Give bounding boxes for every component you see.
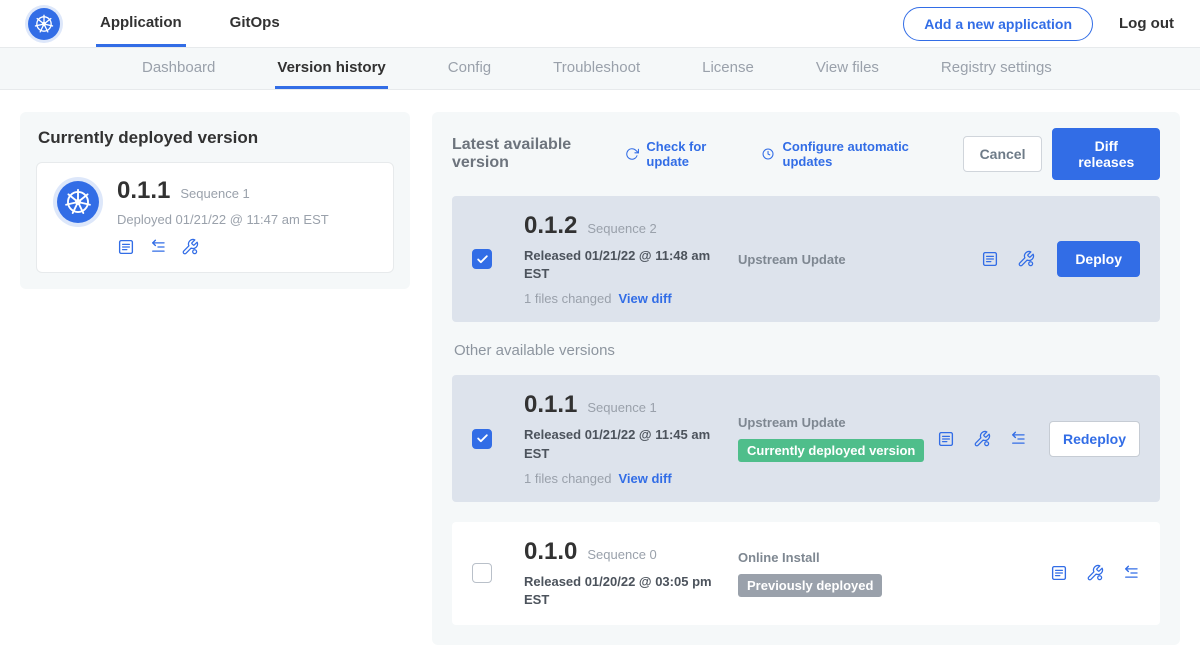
config-icon[interactable] (181, 238, 199, 256)
source-label: Upstream Update (738, 252, 981, 267)
deployed-version-details: 0.1.1 Sequence 1 Deployed 01/21/22 @ 11:… (117, 177, 329, 256)
version-row-0-1-2: 0.1.2 Sequence 2 Released 01/21/22 @ 11:… (452, 196, 1160, 322)
sequence-label: Sequence 1 (587, 400, 656, 415)
subnav-item-license[interactable]: License (700, 48, 756, 89)
config-icon[interactable] (1017, 250, 1035, 268)
version-info: 0.1.2 Sequence 2 Released 01/21/22 @ 11:… (524, 212, 732, 306)
version-source: Online Install Previously deployed (732, 550, 1050, 597)
currently-deployed-card: 0.1.1 Sequence 1 Deployed 01/21/22 @ 11:… (36, 162, 394, 273)
header-spacer (324, 0, 904, 47)
row-gap (452, 502, 1160, 522)
version-actions: Redeploy (937, 421, 1140, 457)
kubernetes-logo (28, 0, 60, 47)
view-diff-link[interactable]: View diff (618, 471, 671, 486)
diff-icon[interactable] (1122, 564, 1140, 582)
deployed-version-number: 0.1.1 (117, 177, 170, 205)
released-timestamp: Released 01/21/22 @ 11:48 am EST (524, 247, 720, 283)
redeploy-button[interactable]: Redeploy (1049, 421, 1140, 457)
nav-tab-gitops[interactable]: GitOps (226, 0, 284, 47)
released-timestamp: Released 01/21/22 @ 11:45 am EST (524, 426, 720, 462)
source-label: Upstream Update (738, 415, 937, 430)
subnav-item-troubleshoot[interactable]: Troubleshoot (551, 48, 642, 89)
configure-automatic-updates-link[interactable]: Configure automatic updates (761, 139, 940, 169)
version-info: 0.1.1 Sequence 1 Released 01/21/22 @ 11:… (524, 391, 732, 485)
version-number: 0.1.0 (524, 538, 577, 566)
nav-tab-application[interactable]: Application (96, 0, 186, 47)
version-number: 0.1.2 (524, 212, 577, 240)
files-changed-label: 1 files changed (524, 291, 611, 306)
subnav-item-view-files[interactable]: View files (814, 48, 881, 89)
app-header: Application GitOps Add a new application… (0, 0, 1200, 48)
subnav-item-version-history[interactable]: Version history (275, 48, 387, 89)
currently-deployed-title: Currently deployed version (38, 128, 394, 148)
sequence-label: Sequence 2 (587, 221, 656, 236)
configure-automatic-updates-label: Configure automatic updates (783, 139, 941, 169)
refresh-icon (625, 146, 639, 162)
version-source: Upstream Update (732, 252, 981, 267)
latest-version-header: Latest available version Check for updat… (452, 128, 1160, 180)
version-source: Upstream Update Currently deployed versi… (732, 415, 937, 462)
main-content: Currently deployed version 0.1.1 Sequenc… (0, 90, 1200, 667)
released-timestamp: Released 01/20/22 @ 03:05 pm EST (524, 573, 720, 609)
version-number: 0.1.1 (524, 391, 577, 419)
check-for-update-link[interactable]: Check for update (625, 139, 739, 169)
version-history-panel: Latest available version Check for updat… (432, 112, 1180, 645)
other-versions-label: Other available versions (454, 342, 1158, 359)
version-checkbox[interactable] (472, 249, 492, 269)
source-label: Online Install (738, 550, 1050, 565)
release-notes-icon[interactable] (981, 250, 999, 268)
app-icon-kubernetes (57, 181, 99, 223)
deploy-button[interactable]: Deploy (1057, 241, 1140, 277)
release-notes-icon[interactable] (937, 430, 955, 448)
sequence-label: Sequence 0 (587, 547, 656, 562)
view-diff-link[interactable]: View diff (618, 291, 671, 306)
latest-version-title: Latest available version (452, 136, 611, 172)
add-new-application-button[interactable]: Add a new application (903, 7, 1093, 41)
release-notes-icon[interactable] (1050, 564, 1068, 582)
release-notes-icon[interactable] (117, 238, 135, 256)
version-actions (1050, 564, 1140, 582)
subnav-item-dashboard[interactable]: Dashboard (140, 48, 217, 89)
app-subnav: Dashboard Version history Config Trouble… (0, 48, 1200, 90)
diff-releases-button[interactable]: Diff releases (1052, 128, 1160, 180)
clock-icon (761, 146, 775, 162)
deployed-timestamp: Deployed 01/21/22 @ 11:47 am EST (117, 212, 329, 227)
version-row-0-1-0: 0.1.0 Sequence 0 Released 01/20/22 @ 03:… (452, 522, 1160, 625)
config-icon[interactable] (1086, 564, 1104, 582)
subnav-item-registry-settings[interactable]: Registry settings (939, 48, 1054, 89)
checkmark-icon (476, 432, 489, 445)
version-row-0-1-1: 0.1.1 Sequence 1 Released 01/21/22 @ 11:… (452, 375, 1160, 501)
checkmark-icon (476, 253, 489, 266)
version-actions: Deploy (981, 241, 1140, 277)
diff-icon[interactable] (1009, 430, 1027, 448)
diff-icon[interactable] (149, 238, 167, 256)
currently-deployed-panel: Currently deployed version 0.1.1 Sequenc… (20, 112, 410, 289)
check-for-update-label: Check for update (646, 139, 739, 169)
cancel-button[interactable]: Cancel (963, 136, 1043, 172)
currently-deployed-badge: Currently deployed version (738, 439, 924, 462)
deployed-sequence-label: Sequence 1 (180, 186, 249, 201)
version-checkbox[interactable] (472, 563, 492, 583)
logout-link[interactable]: Log out (1119, 15, 1174, 32)
subnav-item-config[interactable]: Config (446, 48, 493, 89)
version-checkbox[interactable] (472, 429, 492, 449)
previously-deployed-badge: Previously deployed (738, 574, 882, 597)
config-icon[interactable] (973, 430, 991, 448)
kubernetes-helm-icon (28, 8, 60, 40)
files-changed-label: 1 files changed (524, 471, 611, 486)
version-info: 0.1.0 Sequence 0 Released 01/20/22 @ 03:… (524, 538, 732, 609)
